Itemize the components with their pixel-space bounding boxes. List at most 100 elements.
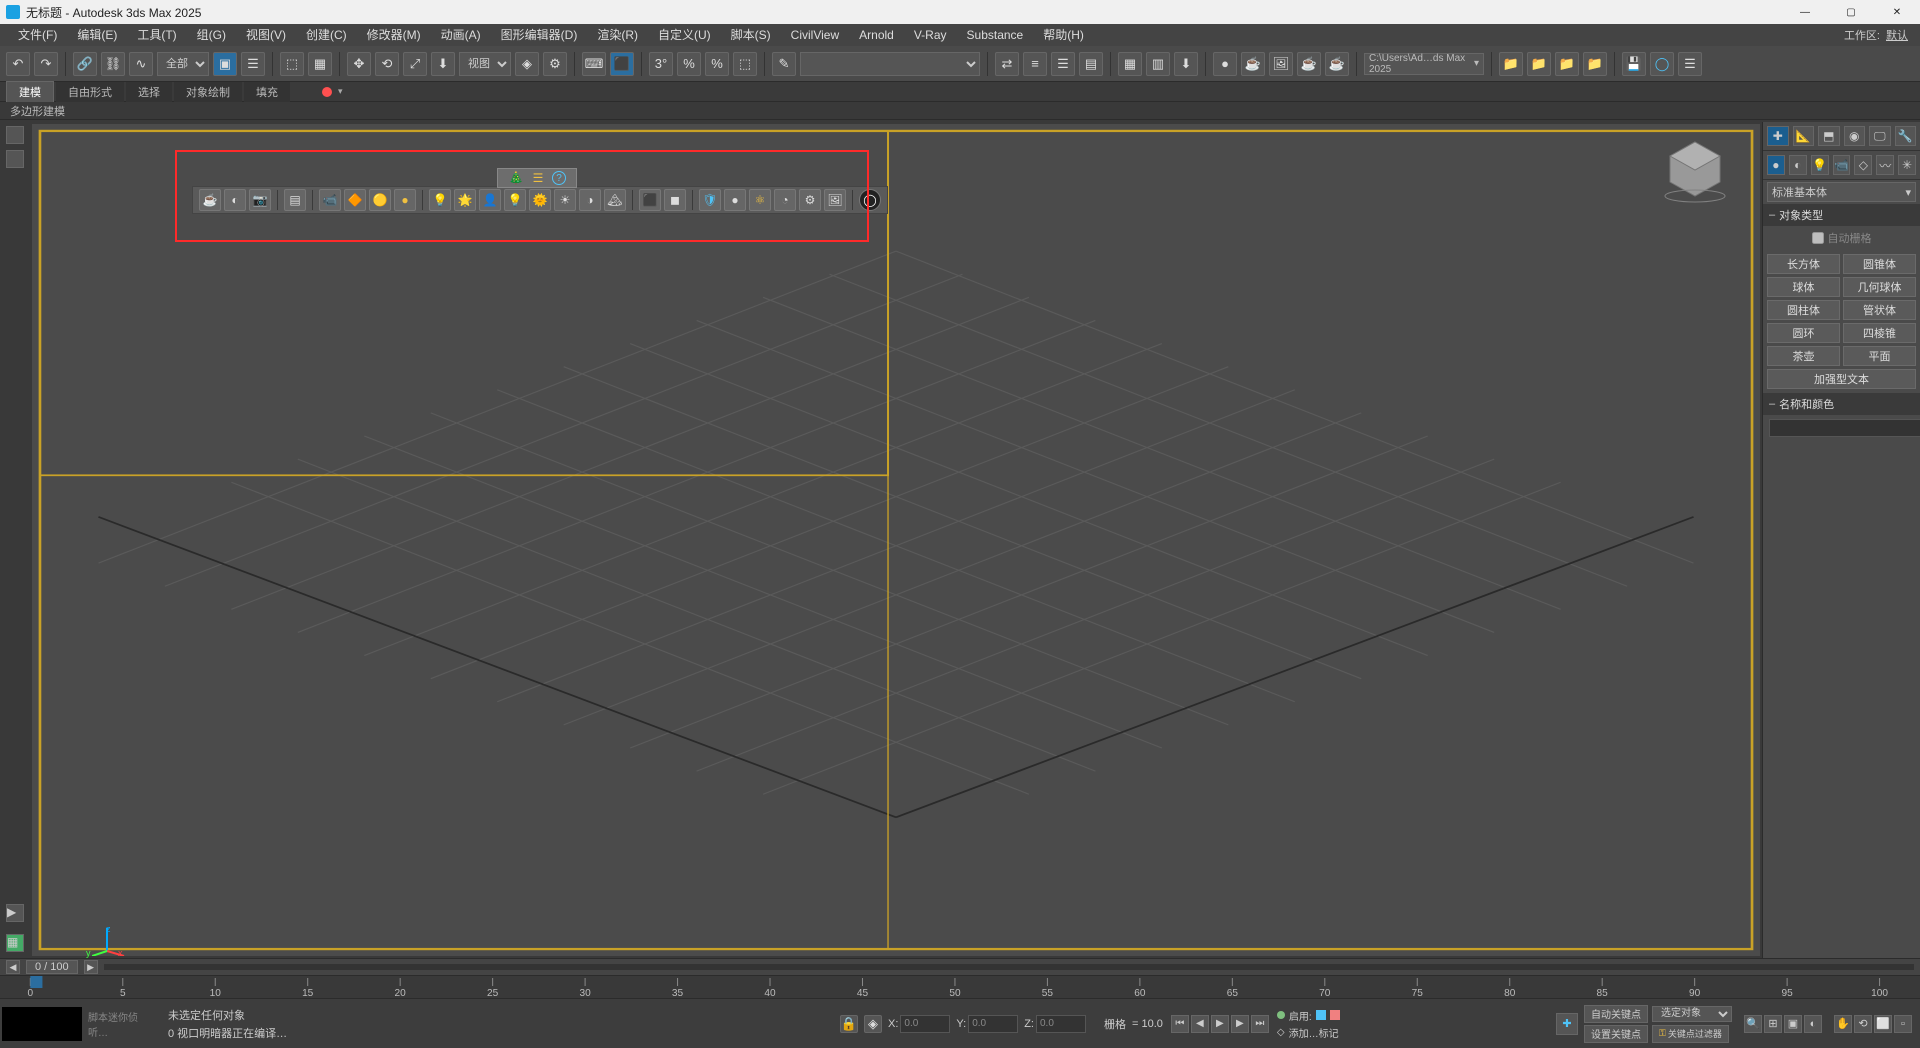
- float-teapot-icon[interactable]: ☕: [199, 189, 221, 211]
- menu-animation[interactable]: 动画(A): [431, 24, 491, 46]
- timeline-ruler[interactable]: 0510152025303540455055606570758085909510…: [0, 976, 1920, 998]
- viewcube[interactable]: [1660, 134, 1730, 204]
- spinner-snap-button[interactable]: %: [705, 52, 729, 76]
- modify-tab[interactable]: 📐: [1793, 126, 1815, 146]
- slider-track[interactable]: [104, 964, 1914, 970]
- prim-cylinder[interactable]: 圆柱体: [1767, 300, 1840, 320]
- lock-icon[interactable]: 🔒: [840, 1015, 858, 1033]
- float-halfsphere-icon[interactable]: 🟡: [369, 189, 391, 211]
- tab-select[interactable]: 选择: [126, 82, 172, 102]
- zoom-ext-button[interactable]: ▣: [1784, 1015, 1802, 1033]
- vray-tb1-button[interactable]: 📁: [1555, 52, 1579, 76]
- menu-view[interactable]: 视图(V): [236, 24, 296, 46]
- prim-geosphere[interactable]: 几何球体: [1843, 277, 1916, 297]
- mirror-button[interactable]: ⇄: [995, 52, 1019, 76]
- play-button[interactable]: ▶: [1211, 1015, 1229, 1033]
- goto-end-button[interactable]: ⏭: [1251, 1015, 1269, 1033]
- menu-render[interactable]: 渲染(R): [587, 24, 648, 46]
- create-tab[interactable]: ✚: [1767, 126, 1789, 146]
- motion-tab[interactable]: ◉: [1844, 126, 1866, 146]
- menu-substance[interactable]: Substance: [957, 24, 1034, 46]
- select-name-button[interactable]: ☰: [241, 52, 265, 76]
- float-black2-icon[interactable]: ◼: [664, 189, 686, 211]
- material-editor-button[interactable]: ●: [1213, 52, 1237, 76]
- menu-civilview[interactable]: CivilView: [781, 24, 849, 46]
- zoom-all-button[interactable]: ⊞: [1764, 1015, 1782, 1033]
- move-button[interactable]: ✥: [347, 52, 371, 76]
- maxscript-mini[interactable]: [2, 1007, 82, 1041]
- fov-button[interactable]: ◐: [1804, 1015, 1822, 1033]
- menu-file[interactable]: 文件(F): [8, 24, 67, 46]
- gutter-button-2[interactable]: [6, 150, 24, 168]
- primitive-type-dropdown[interactable]: 标准基本体▾: [1767, 182, 1916, 202]
- ribbon-chevron-icon[interactable]: ▾: [338, 86, 343, 97]
- utility-tab[interactable]: 🔧: [1895, 126, 1917, 146]
- goto-start-button[interactable]: ⏮: [1171, 1015, 1189, 1033]
- minimize-button[interactable]: —: [1782, 0, 1828, 24]
- window-crossing-button[interactable]: ▦: [308, 52, 332, 76]
- cameras-button[interactable]: 📹: [1833, 155, 1851, 175]
- tab-modeling[interactable]: 建模: [6, 81, 54, 102]
- menu-modifiers[interactable]: 修改器(M): [357, 24, 431, 46]
- gutter-button-1[interactable]: [6, 126, 24, 144]
- named-sel-button[interactable]: ✎: [772, 52, 796, 76]
- rollout-object-type[interactable]: 对象类型: [1763, 204, 1920, 226]
- x-value[interactable]: 0.0: [900, 1015, 950, 1033]
- tip-tree-icon[interactable]: 🎄: [508, 170, 524, 186]
- time-slider[interactable]: ◀ 0 / 100 ▶: [0, 958, 1920, 976]
- vray-help-button[interactable]: ☰: [1678, 52, 1702, 76]
- float-sphere-icon[interactable]: ◐: [224, 189, 246, 211]
- y-value[interactable]: 0.0: [968, 1015, 1018, 1033]
- float-circle-icon[interactable]: ●: [394, 189, 416, 211]
- zoom-button[interactable]: 🔍: [1744, 1015, 1762, 1033]
- schematic-button[interactable]: ▥: [1146, 52, 1170, 76]
- float-cone-icon[interactable]: 🔶: [344, 189, 366, 211]
- addmark-label[interactable]: 添加…标记: [1289, 1025, 1339, 1040]
- floating-toolbar[interactable]: ☕ ◐ 📷 ▤ 📹 🔶 🟡 ● 💡 🌟 👤 💡 🌞 ☀ ◑ 🏔 ⬛ ◼ 🛡 ●: [192, 186, 888, 214]
- select-rect-button[interactable]: ⬚: [280, 52, 304, 76]
- listener-hint[interactable]: 脚本迷你侦听…: [84, 1009, 160, 1039]
- prim-sphere[interactable]: 球体: [1767, 277, 1840, 297]
- menu-vray[interactable]: V-Ray: [904, 24, 957, 46]
- float-moon-icon[interactable]: ◑: [579, 189, 601, 211]
- tip-list-icon[interactable]: ☰: [530, 170, 546, 186]
- float-atoms-icon[interactable]: ⚛: [749, 189, 771, 211]
- systems-button[interactable]: ✳: [1898, 155, 1916, 175]
- float-sky-icon[interactable]: ☀: [554, 189, 576, 211]
- angle-snap-button[interactable]: 3°: [649, 52, 673, 76]
- project-path[interactable]: C:\Users\Ad…ds Max 2025▾: [1364, 53, 1484, 75]
- layer-button[interactable]: ☰: [1051, 52, 1075, 76]
- prim-torus[interactable]: 圆环: [1767, 323, 1840, 343]
- float-shield-icon[interactable]: 🛡: [699, 189, 721, 211]
- next-frame-button[interactable]: ▶: [1231, 1015, 1249, 1033]
- manip-button[interactable]: ⚙: [543, 52, 567, 76]
- menu-tools[interactable]: 工具(T): [127, 24, 186, 46]
- render-frame-button[interactable]: 🖼: [1269, 52, 1293, 76]
- vray-check-button[interactable]: ◯: [1650, 52, 1674, 76]
- prim-pyramid[interactable]: 四棱锥: [1843, 323, 1916, 343]
- float-gear-icon[interactable]: ⚙: [799, 189, 821, 211]
- maximize-vp-button[interactable]: ⬜: [1874, 1015, 1892, 1033]
- unlink-button[interactable]: ⛓: [101, 52, 125, 76]
- percent-snap-button[interactable]: %: [677, 52, 701, 76]
- menu-help[interactable]: 帮助(H): [1033, 24, 1094, 46]
- redo-button[interactable]: ↷: [34, 52, 58, 76]
- prim-plane[interactable]: 平面: [1843, 346, 1916, 366]
- keymode-dropdown[interactable]: 选定对象: [1652, 1006, 1732, 1022]
- float-list-icon[interactable]: ▤: [284, 189, 306, 211]
- float-sun-icon[interactable]: 🌞: [529, 189, 551, 211]
- scale-button[interactable]: ⤢: [403, 52, 427, 76]
- z-value[interactable]: 0.0: [1036, 1015, 1086, 1033]
- link-button[interactable]: 🔗: [73, 52, 97, 76]
- gutter-play-button[interactable]: ▶: [6, 904, 24, 922]
- render-setup-button[interactable]: ☕: [1241, 52, 1265, 76]
- float-light3-icon[interactable]: 👤: [479, 189, 501, 211]
- prim-teapot[interactable]: 茶壶: [1767, 346, 1840, 366]
- rotate-button[interactable]: ⟲: [375, 52, 399, 76]
- tip-help-icon[interactable]: ?: [552, 171, 566, 185]
- float-mountain-icon[interactable]: 🏔: [604, 189, 626, 211]
- dope-sheet-button[interactable]: ⬇: [1174, 52, 1198, 76]
- gutter-viewport-button[interactable]: ▦: [6, 934, 24, 952]
- prim-box[interactable]: 长方体: [1767, 254, 1840, 274]
- prim-textplus[interactable]: 加强型文本: [1767, 369, 1916, 389]
